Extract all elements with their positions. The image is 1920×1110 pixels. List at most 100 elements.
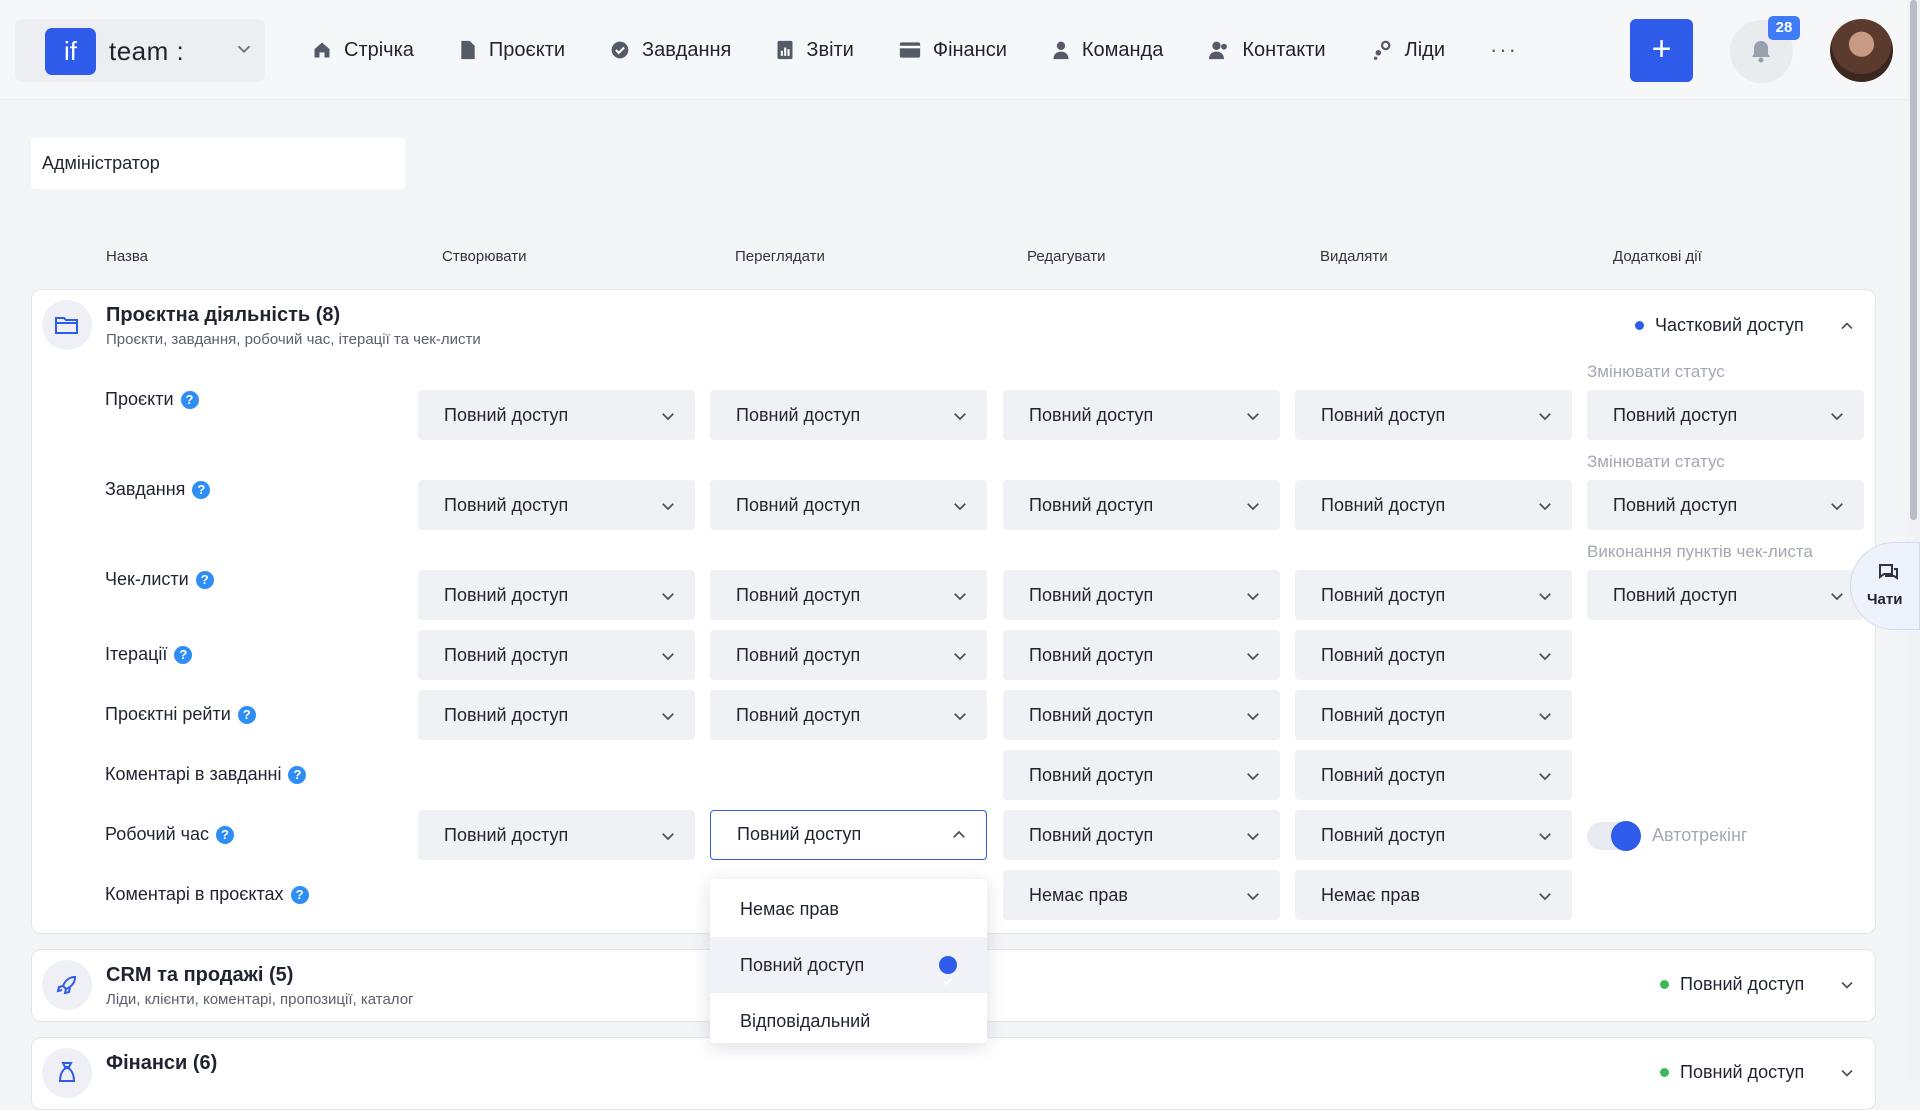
workspace-switcher[interactable]: if team : xyxy=(15,19,265,82)
select-projects-change-status[interactable]: Повний доступ xyxy=(1587,390,1864,440)
help-icon[interactable]: ? xyxy=(237,705,256,724)
role-name-field[interactable]: Адміністратор xyxy=(31,138,405,189)
check-circle-icon xyxy=(611,41,629,59)
help-icon[interactable]: ? xyxy=(195,570,214,589)
nav-item-projects[interactable]: Проєкти xyxy=(459,39,565,62)
select-work-time-create[interactable]: Повний доступ xyxy=(418,810,695,860)
select-task-comments-edit[interactable]: Повний доступ xyxy=(1003,750,1280,800)
access-dropdown-menu: Немає прав Повний доступ Відповідальний xyxy=(710,879,987,1043)
chevron-down-icon xyxy=(1831,593,1843,601)
row-label-checklists: Чек-листи? xyxy=(105,569,214,590)
nav-item-contacts[interactable]: Контакти xyxy=(1208,38,1326,62)
select-iterations-view[interactable]: Повний доступ xyxy=(710,630,987,680)
dropdown-option-responsible[interactable]: Відповідальний xyxy=(710,993,987,1049)
row-label-text: Чек-листи xyxy=(105,569,189,589)
select-projects-delete[interactable]: Повний доступ xyxy=(1295,390,1572,440)
autotracking-toggle[interactable] xyxy=(1587,821,1641,851)
nav-more-button[interactable]: ··· xyxy=(1490,37,1518,63)
chevron-down-icon[interactable] xyxy=(1837,975,1857,995)
section-icon xyxy=(42,960,92,1010)
scrollbar-thumb[interactable] xyxy=(1910,0,1917,520)
select-value: Повний доступ xyxy=(444,585,569,605)
chevron-down-icon xyxy=(1539,413,1551,421)
chevron-down-icon xyxy=(1247,593,1259,601)
select-project-comments-delete[interactable]: Немає прав xyxy=(1295,870,1572,920)
select-checklists-view[interactable]: Повний доступ xyxy=(710,570,987,620)
row-label-work-time: Робочий час? xyxy=(105,824,235,845)
help-icon[interactable]: ? xyxy=(288,765,307,784)
select-projects-edit[interactable]: Повний доступ xyxy=(1003,390,1280,440)
chevron-down-icon xyxy=(1247,833,1259,841)
select-rates-delete[interactable]: Повний доступ xyxy=(1295,690,1572,740)
select-value: Повний доступ xyxy=(444,645,569,665)
add-button[interactable]: + xyxy=(1630,19,1693,82)
chevron-down-icon[interactable] xyxy=(1837,1063,1857,1083)
chevron-down-icon xyxy=(662,593,674,601)
select-checklists-delete[interactable]: Повний доступ xyxy=(1295,570,1572,620)
nav-item-label: Контакти xyxy=(1242,38,1326,61)
select-projects-create[interactable]: Повний доступ xyxy=(418,390,695,440)
chevron-up-icon[interactable] xyxy=(1837,316,1857,336)
nav-item-label: Проєкти xyxy=(488,38,566,61)
nav-item-label: Стрічка xyxy=(344,38,414,61)
chevron-down-icon xyxy=(1247,413,1259,421)
chevron-up-icon xyxy=(953,830,965,838)
nav-item-feed[interactable]: Стрічка xyxy=(312,39,414,62)
select-rates-edit[interactable]: Повний доступ xyxy=(1003,690,1280,740)
chevron-down-icon xyxy=(1539,713,1551,721)
select-tasks-create[interactable]: Повний доступ xyxy=(418,480,695,530)
select-value: Повний доступ xyxy=(444,825,569,845)
chevron-down-icon xyxy=(1539,893,1551,901)
toggle-knob xyxy=(1611,821,1641,851)
status-dot xyxy=(1660,980,1669,989)
chevron-down-icon xyxy=(954,503,966,511)
section-icon xyxy=(42,1048,92,1098)
select-value: Повний доступ xyxy=(736,645,861,665)
select-rates-view[interactable]: Повний доступ xyxy=(710,690,987,740)
select-checklists-complete-items[interactable]: Повний доступ xyxy=(1587,570,1864,620)
help-icon[interactable]: ? xyxy=(216,825,235,844)
status-label: Повний доступ xyxy=(1680,974,1805,994)
help-icon[interactable]: ? xyxy=(290,885,309,904)
select-tasks-view[interactable]: Повний доступ xyxy=(710,480,987,530)
section-subtitle: Ліди, клієнти, коментарі, пропозиції, ка… xyxy=(106,991,414,1008)
select-value: Повний доступ xyxy=(1029,825,1154,845)
select-tasks-edit[interactable]: Повний доступ xyxy=(1003,480,1280,530)
help-icon[interactable]: ? xyxy=(180,390,199,409)
select-checklists-edit[interactable]: Повний доступ xyxy=(1003,570,1280,620)
select-checklists-create[interactable]: Повний доступ xyxy=(418,570,695,620)
select-iterations-edit[interactable]: Повний доступ xyxy=(1003,630,1280,680)
column-header-edit: Редагувати xyxy=(1027,248,1106,265)
help-icon[interactable]: ? xyxy=(192,480,211,499)
dropdown-option-full-access[interactable]: Повний доступ xyxy=(710,937,987,993)
select-task-comments-delete[interactable]: Повний доступ xyxy=(1295,750,1572,800)
select-tasks-change-status[interactable]: Повний доступ xyxy=(1587,480,1864,530)
nav-item-team[interactable]: Команда xyxy=(1052,39,1163,62)
chats-label: Чати xyxy=(1867,591,1903,608)
select-iterations-delete[interactable]: Повний доступ xyxy=(1295,630,1572,680)
help-icon[interactable]: ? xyxy=(174,645,193,664)
select-projects-view[interactable]: Повний доступ xyxy=(710,390,987,440)
chevron-down-icon xyxy=(1247,773,1259,781)
nav-item-finance[interactable]: Фінанси xyxy=(899,39,1007,62)
chevron-down-icon xyxy=(1247,653,1259,661)
select-work-time-delete[interactable]: Повний доступ xyxy=(1295,810,1572,860)
select-value: Повний доступ xyxy=(1029,585,1154,605)
chevron-down-icon xyxy=(1247,893,1259,901)
select-work-time-edit[interactable]: Повний доступ xyxy=(1003,810,1280,860)
chevron-down-icon xyxy=(662,413,674,421)
select-value: Повний доступ xyxy=(444,405,569,425)
nav-item-leads[interactable]: Ліди xyxy=(1371,39,1445,62)
avatar[interactable] xyxy=(1830,19,1893,82)
select-iterations-create[interactable]: Повний доступ xyxy=(418,630,695,680)
select-rates-create[interactable]: Повний доступ xyxy=(418,690,695,740)
nav-item-tasks[interactable]: Завдання xyxy=(610,39,731,62)
dropdown-option-no-rights[interactable]: Немає прав xyxy=(710,881,987,937)
nav-item-reports[interactable]: Звіти xyxy=(776,39,854,62)
select-project-comments-edit[interactable]: Немає прав xyxy=(1003,870,1280,920)
select-tasks-delete[interactable]: Повний доступ xyxy=(1295,480,1572,530)
row-label-text: Завдання xyxy=(105,479,186,499)
section-subtitle: Проєкти, завдання, робочий час, ітерації… xyxy=(106,331,481,348)
select-work-time-view[interactable]: Повний доступ xyxy=(710,810,987,860)
autotracking-label: Автотрекінг xyxy=(1652,825,1748,845)
